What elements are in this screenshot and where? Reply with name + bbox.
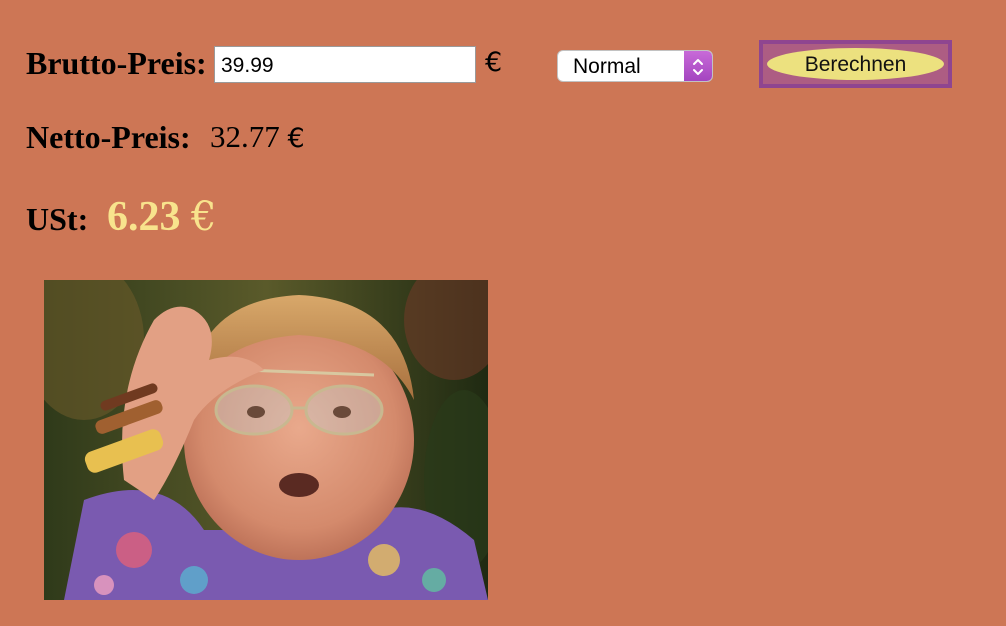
- chevron-up-down-icon: [693, 59, 703, 75]
- ust-label: USt:: [26, 201, 89, 237]
- tax-mode-select[interactable]: Normal: [557, 50, 713, 82]
- ust-result: 6.23 €: [107, 196, 216, 238]
- brutto-price-input[interactable]: [214, 46, 476, 83]
- brutto-currency-symbol: €: [485, 47, 503, 78]
- tax-mode-selected-value: Normal: [573, 55, 641, 78]
- ust-amount: 6.23: [107, 194, 181, 240]
- ust-currency-symbol: €: [191, 194, 217, 240]
- calculate-button[interactable]: Berechnen: [759, 40, 952, 88]
- select-stepper-arrows[interactable]: [684, 51, 712, 81]
- netto-price-result: 32.77 €: [210, 121, 305, 152]
- netto-price-label: Netto-Preis:: [26, 119, 191, 155]
- calculate-button-label: Berechnen: [804, 53, 907, 76]
- brutto-price-label: Brutto-Preis:: [26, 45, 207, 81]
- reaction-gif-image: [44, 280, 488, 600]
- netto-price-amount: 32.77: [210, 119, 280, 154]
- netto-currency-symbol: €: [287, 123, 305, 154]
